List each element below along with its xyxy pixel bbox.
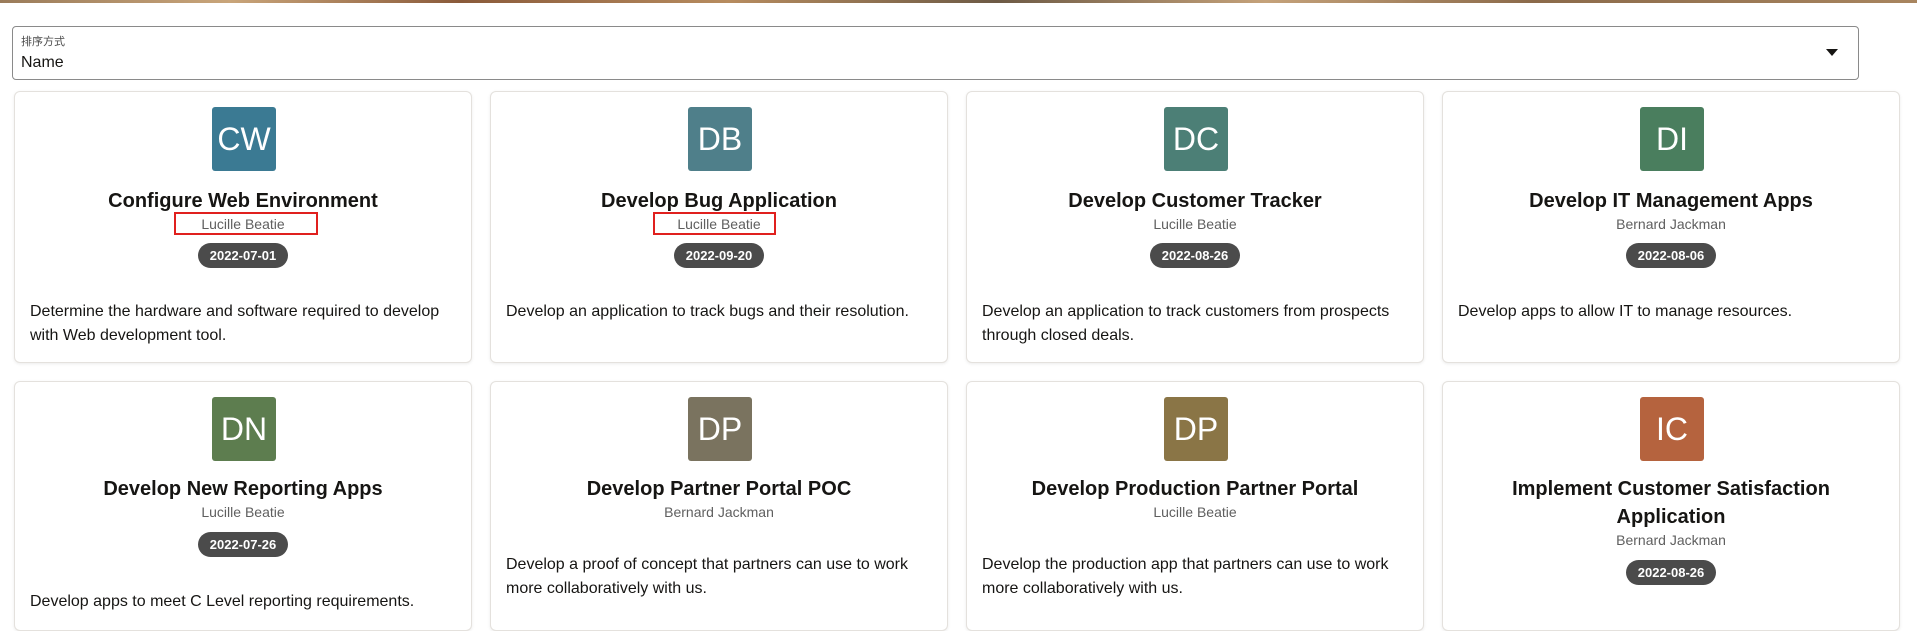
card-date-wrap: 2022-08-26	[967, 243, 1423, 268]
project-card[interactable]: DC Develop Customer Tracker Lucille Beat…	[966, 91, 1424, 363]
card-description: Determine the hardware and software requ…	[30, 303, 440, 344]
card-description: Develop an application to track bugs and…	[506, 303, 909, 320]
avatar: DI	[1640, 107, 1704, 171]
card-description: Develop an application to track customer…	[982, 303, 1390, 344]
card-title[interactable]: Develop Partner Portal POC	[501, 475, 937, 503]
card-owner-name: Lucille Beatie	[677, 216, 761, 232]
card-owner-name: Bernard Jackman	[1616, 216, 1726, 232]
sort-label: 排序方式	[21, 36, 65, 48]
card-date-wrap: 2022-07-01	[15, 243, 471, 268]
card-owner-name: Lucille Beatie	[1153, 504, 1237, 520]
card-date-wrap: 2022-09-20	[491, 243, 947, 268]
card-owner-name: Lucille Beatie	[201, 216, 285, 232]
card-title[interactable]: Develop Production Partner Portal	[977, 475, 1413, 503]
project-card[interactable]: CW Configure Web Environment Lucille Bea…	[14, 91, 472, 363]
date-badge: 2022-08-26	[1149, 243, 1241, 268]
avatar: DC	[1164, 107, 1228, 171]
card-description: Develop a proof of concept that partners…	[506, 556, 909, 597]
card-title[interactable]: Develop New Reporting Apps	[25, 475, 461, 503]
date-badge: 2022-08-26	[1625, 560, 1717, 585]
card-owner: Lucille Beatie	[967, 503, 1423, 521]
sort-select[interactable]: 排序方式 Name	[12, 26, 1859, 80]
avatar: DN	[212, 397, 276, 461]
card-title[interactable]: Configure Web Environment	[25, 187, 461, 215]
card-date-wrap: 2022-07-26	[15, 532, 471, 557]
date-badge: 2022-09-20	[673, 243, 765, 268]
project-card[interactable]: DB Develop Bug Application Lucille Beati…	[490, 91, 948, 363]
card-description: Develop apps to allow IT to manage resou…	[1458, 303, 1793, 320]
card-owner: Lucille Beatie	[967, 215, 1423, 233]
card-owner: Lucille Beatie	[15, 212, 471, 235]
card-title[interactable]: Implement Customer Satisfaction Applicat…	[1483, 475, 1859, 531]
header-banner-strip	[0, 0, 1917, 3]
project-card[interactable]: DN Develop New Reporting Apps Lucille Be…	[14, 381, 472, 631]
card-description: Develop apps to meet C Level reporting r…	[30, 593, 415, 610]
card-owner: Bernard Jackman	[491, 503, 947, 521]
avatar: IC	[1640, 397, 1704, 461]
project-card[interactable]: DP Develop Partner Portal POC Bernard Ja…	[490, 381, 948, 631]
card-owner: Bernard Jackman	[1443, 531, 1899, 549]
caret-down-icon[interactable]	[1826, 49, 1838, 56]
card-owner-name: Bernard Jackman	[1616, 532, 1726, 548]
date-badge: 2022-08-06	[1625, 243, 1717, 268]
avatar: DB	[688, 107, 752, 171]
project-card[interactable]: DI Develop IT Management Apps Bernard Ja…	[1442, 91, 1900, 363]
card-date-wrap: 2022-08-26	[1443, 560, 1899, 585]
card-owner: Lucille Beatie	[15, 503, 471, 521]
card-owner-name: Bernard Jackman	[664, 504, 774, 520]
date-badge: 2022-07-01	[197, 243, 289, 268]
card-owner-name: Lucille Beatie	[1153, 216, 1237, 232]
avatar: CW	[212, 107, 276, 171]
project-card[interactable]: IC Implement Customer Satisfaction Appli…	[1442, 381, 1900, 631]
avatar: DP	[688, 397, 752, 461]
project-card[interactable]: DP Develop Production Partner Portal Luc…	[966, 381, 1424, 631]
card-title[interactable]: Develop Bug Application	[501, 187, 937, 215]
card-title[interactable]: Develop IT Management Apps	[1453, 187, 1889, 215]
card-owner-name: Lucille Beatie	[201, 504, 285, 520]
card-owner: Bernard Jackman	[1443, 215, 1899, 233]
card-owner: Lucille Beatie	[491, 212, 947, 235]
avatar: DP	[1164, 397, 1228, 461]
card-description: Develop the production app that partners…	[982, 556, 1389, 597]
card-date-wrap: 2022-08-06	[1443, 243, 1899, 268]
date-badge: 2022-07-26	[197, 532, 289, 557]
card-title[interactable]: Develop Customer Tracker	[977, 187, 1413, 215]
sort-value: Name	[21, 54, 64, 71]
